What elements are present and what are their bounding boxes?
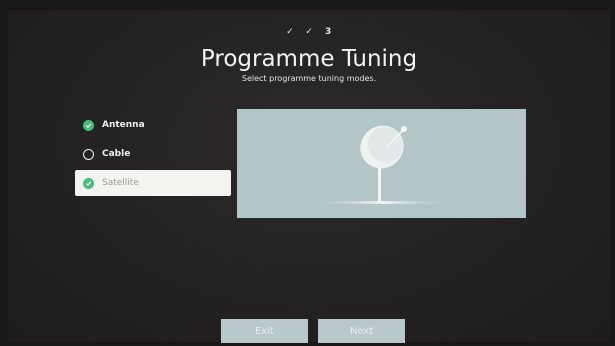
step-1-check: ✓ <box>286 27 294 37</box>
check-circle-icon <box>83 119 94 131</box>
option-label: Cable <box>102 149 131 159</box>
next-button[interactable]: Next <box>318 319 405 343</box>
radio-circle-icon <box>83 148 94 160</box>
exit-button[interactable]: Exit <box>221 319 308 343</box>
step-3-number: 3 <box>325 27 332 37</box>
check-circle-icon <box>83 177 94 189</box>
option-antenna[interactable]: Antenna <box>75 112 231 138</box>
option-label: Antenna <box>102 120 145 130</box>
option-satellite[interactable]: Satellite <box>75 170 231 196</box>
page-title: Programme Tuning <box>200 46 418 72</box>
page-subtitle: Select programme tuning modes. <box>241 74 377 83</box>
option-cable[interactable]: Cable <box>75 141 231 167</box>
satellite-dish-icon <box>317 125 447 204</box>
setup-screen: ✓ ✓ 3 Programme Tuning Select programme … <box>8 10 610 343</box>
option-label: Satellite <box>102 178 139 188</box>
step-2-check: ✓ <box>305 27 313 37</box>
step-indicator: ✓ ✓ 3 <box>8 27 610 37</box>
tuning-mode-list: Antenna Cable Satellite <box>75 112 231 199</box>
tv-frame: ✓ ✓ 3 Programme Tuning Select programme … <box>0 0 615 346</box>
satellite-illustration <box>237 109 526 218</box>
